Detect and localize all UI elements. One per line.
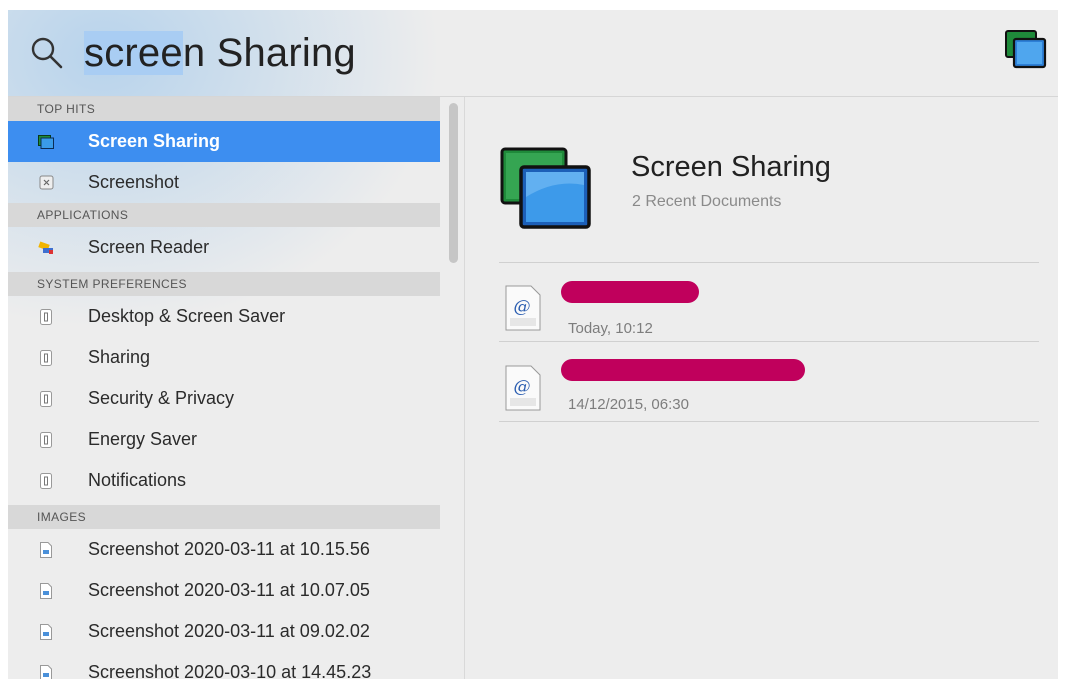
result-item-energy-saver[interactable]: Energy Saver <box>8 419 440 460</box>
search-icon <box>31 37 63 69</box>
image-file-icon <box>38 623 54 641</box>
search-query-selected: scree <box>84 31 183 75</box>
screen-reader-icon <box>38 239 54 257</box>
section-top-hits: TOP HITS <box>8 97 440 121</box>
divider <box>499 341 1039 342</box>
result-item-sharing[interactable]: Sharing <box>8 337 440 378</box>
image-file-icon <box>38 541 54 559</box>
result-item-label: Screenshot <box>88 172 180 192</box>
recent-document[interactable]: @ 14/12/2015, 06:30 <box>499 349 1039 421</box>
result-item-label: Desktop & Screen Saver <box>88 306 286 326</box>
scrollbar[interactable] <box>449 103 458 263</box>
result-item-label: Energy Saver <box>88 429 198 449</box>
section-images: IMAGES <box>8 505 440 529</box>
spotlight-window: screen Sharing TOP HITS Screen Sharing S… <box>8 10 1058 679</box>
result-item-label: Screenshot 2020-03-11 at 10.15.56 <box>88 539 370 559</box>
search-bar[interactable]: screen Sharing <box>8 10 1058 97</box>
preference-pane-icon <box>38 349 54 367</box>
screen-sharing-app-icon <box>1005 30 1047 69</box>
divider <box>499 421 1039 422</box>
result-item-label: Screen Reader <box>88 237 210 257</box>
section-system-preferences: SYSTEM PREFERENCES <box>8 272 440 296</box>
result-item-label: Sharing <box>88 347 151 367</box>
results-list[interactable]: TOP HITS Screen Sharing Screenshot APPLI… <box>8 97 465 679</box>
screen-sharing-large-icon <box>500 147 591 229</box>
preference-pane-icon <box>38 431 54 449</box>
search-input[interactable]: screen Sharing <box>84 28 356 78</box>
result-item-desktop-screen-saver[interactable]: Desktop & Screen Saver <box>8 296 440 337</box>
result-item-screen-sharing[interactable]: Screen Sharing <box>8 121 440 162</box>
result-item-label: Screen Sharing <box>88 131 221 151</box>
preview-title: Screen Sharing <box>631 151 831 183</box>
result-item-label: Screenshot 2020-03-10 at 14.45.23 <box>88 662 372 679</box>
document-date: 14/12/2015, 06:30 <box>568 396 689 413</box>
screen-sharing-icon <box>38 133 54 151</box>
svg-text:@: @ <box>514 377 531 397</box>
result-item-image[interactable]: Screenshot 2020-03-11 at 10.15.56 <box>8 529 440 570</box>
redacted-document-name <box>561 281 699 303</box>
result-item-label: Notifications <box>88 470 187 490</box>
result-item-label: Security & Privacy <box>88 388 235 408</box>
svg-text:@: @ <box>514 297 531 317</box>
result-item-label: Screenshot 2020-03-11 at 09.02.02 <box>88 621 370 641</box>
preference-pane-icon <box>38 390 54 408</box>
result-item-notifications[interactable]: Notifications <box>8 460 440 501</box>
recent-document[interactable]: @ Today, 10:12 <box>499 269 1039 341</box>
vnc-file-icon: @ <box>505 365 541 411</box>
preference-pane-icon <box>38 308 54 326</box>
result-item-image[interactable]: Screenshot 2020-03-11 at 09.02.02 <box>8 611 440 652</box>
result-item-security-privacy[interactable]: Security & Privacy <box>8 378 440 419</box>
result-item-image[interactable]: Screenshot 2020-03-11 at 10.07.05 <box>8 570 440 611</box>
redacted-document-name <box>561 359 805 381</box>
preference-pane-icon <box>38 472 54 490</box>
screenshot-app-icon <box>38 174 54 192</box>
image-file-icon <box>38 664 54 679</box>
result-item-screenshot[interactable]: Screenshot <box>8 162 440 203</box>
preview-pane: Screen Sharing 2 Recent Documents @ Toda… <box>465 97 1058 679</box>
vnc-file-icon: @ <box>505 285 541 331</box>
result-item-image[interactable]: Screenshot 2020-03-10 at 14.45.23 <box>8 652 440 679</box>
preview-subtitle: 2 Recent Documents <box>632 193 782 210</box>
result-item-label: Screenshot 2020-03-11 at 10.07.05 <box>88 580 370 600</box>
image-file-icon <box>38 582 54 600</box>
section-applications: APPLICATIONS <box>8 203 440 227</box>
divider <box>499 262 1039 263</box>
result-item-screen-reader[interactable]: Screen Reader <box>8 227 440 268</box>
document-date: Today, 10:12 <box>568 320 653 337</box>
search-query-rest: n Sharing <box>182 31 356 75</box>
